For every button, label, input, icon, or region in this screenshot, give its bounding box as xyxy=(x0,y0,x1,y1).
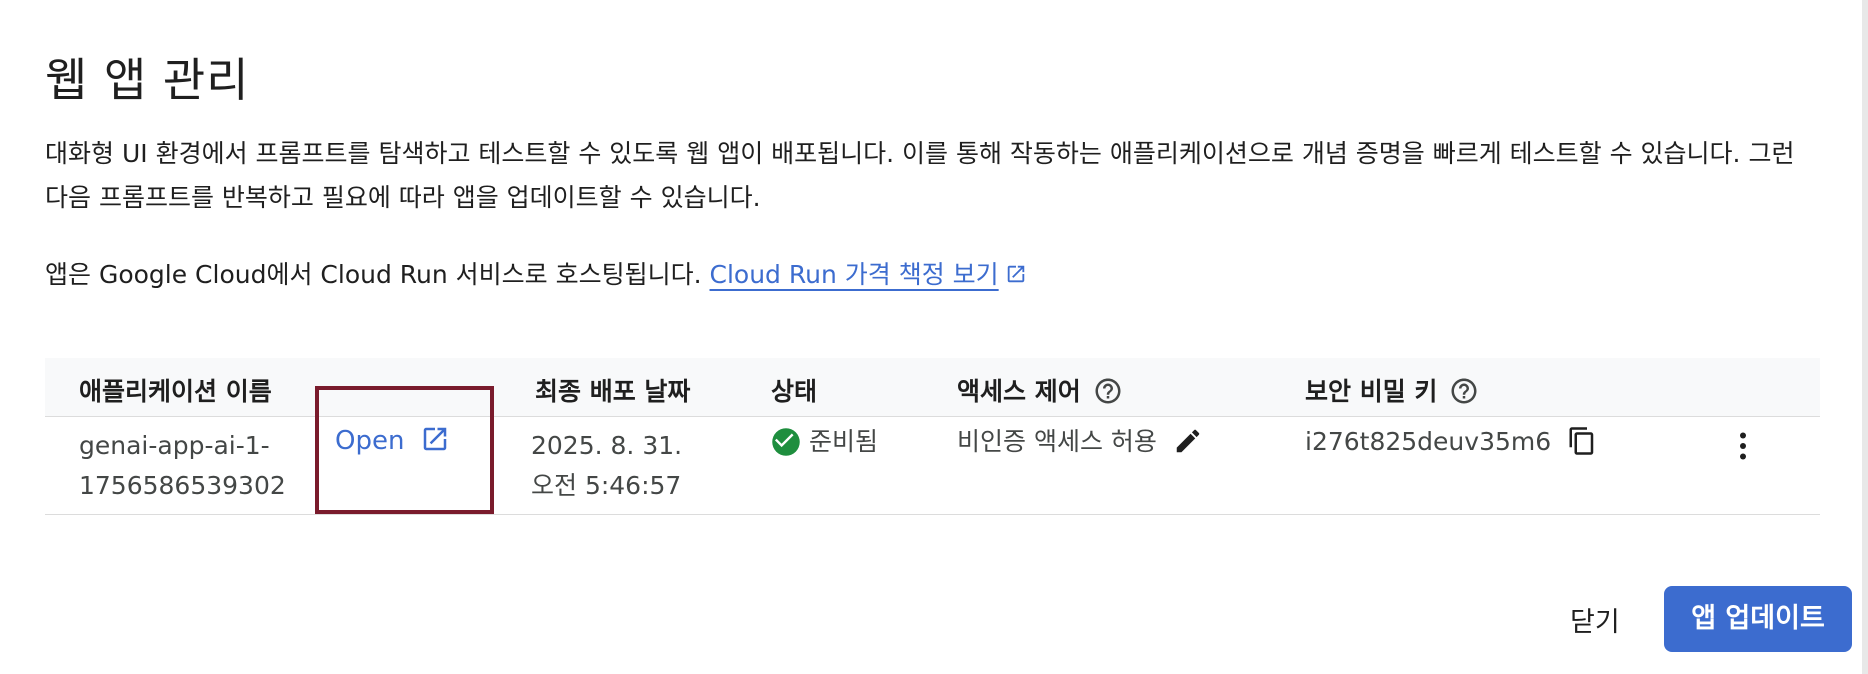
deploy-date-cell: 2025. 8. 31. 오전 5:46:57 xyxy=(531,426,682,506)
hosting-info: 앱은 Google Cloud에서 Cloud Run 서비스로 호스팅됩니다.… xyxy=(45,255,1027,295)
close-button[interactable]: 닫기 xyxy=(1570,600,1620,639)
status-cell: 준비됨 xyxy=(771,422,878,462)
header-secret-key: 보안 비밀 키 xyxy=(1305,372,1479,408)
update-app-button[interactable]: 앱 업데이트 xyxy=(1664,586,1852,652)
header-deploy-date: 최종 배포 날짜 xyxy=(535,377,691,406)
copy-icon[interactable] xyxy=(1567,426,1597,456)
status-label: 준비됨 xyxy=(809,427,879,456)
header-access-control: 액세스 제어 xyxy=(957,372,1123,408)
app-name-cell: genai-app-ai-1- 1756586539302 xyxy=(79,426,286,506)
dialog-edge xyxy=(1862,0,1868,674)
app-name-line1: genai-app-ai-1- xyxy=(79,431,270,460)
highlight-box xyxy=(315,386,494,514)
table-header: 애플리케이션 이름 최종 배포 날짜 상태 액세스 제어 보안 비밀 키 xyxy=(45,358,1820,417)
pricing-link[interactable]: Cloud Run 가격 책정 보기 xyxy=(710,260,999,289)
dialog-description: 대화형 UI 환경에서 프롬프트를 탐색하고 테스트할 수 있도록 웹 앱이 배… xyxy=(45,139,1795,212)
secret-key-value: i276t825deuv35m6 xyxy=(1305,427,1552,456)
hosting-text: 앱은 Google Cloud에서 Cloud Run 서비스로 호스팅됩니다. xyxy=(45,260,702,289)
header-status: 상태 xyxy=(771,377,818,406)
deploy-date-line1: 2025. 8. 31. xyxy=(531,431,683,460)
help-circle-icon[interactable] xyxy=(1449,376,1479,406)
secret-cell: i276t825deuv35m6 xyxy=(1305,422,1597,462)
header-secret-label: 보안 비밀 키 xyxy=(1305,377,1438,406)
dialog-title: 웹 앱 관리 xyxy=(45,53,250,107)
deploy-date-line2: 오전 5:46:57 xyxy=(531,471,682,500)
check-circle-icon xyxy=(772,428,800,456)
manage-web-app-dialog: 웹 앱 관리 대화형 UI 환경에서 프롬프트를 탐색하고 테스트할 수 있도록… xyxy=(0,0,1868,674)
pricing-link-label: Cloud Run 가격 책정 보기 xyxy=(709,260,999,289)
header-app-name: 애플리케이션 이름 xyxy=(79,377,272,406)
pencil-icon[interactable] xyxy=(1173,426,1203,456)
more-vert-icon[interactable] xyxy=(1725,428,1761,464)
app-name-line2: 1756586539302 xyxy=(79,471,286,500)
external-link-icon[interactable] xyxy=(1005,263,1027,285)
header-access-label: 액세스 제어 xyxy=(957,377,1081,406)
access-label: 비인증 액세스 허용 xyxy=(957,427,1157,456)
access-cell: 비인증 액세스 허용 xyxy=(957,422,1203,462)
table-row: genai-app-ai-1- 1756586539302 Open 2025.… xyxy=(45,416,1820,515)
help-circle-icon[interactable] xyxy=(1093,376,1123,406)
